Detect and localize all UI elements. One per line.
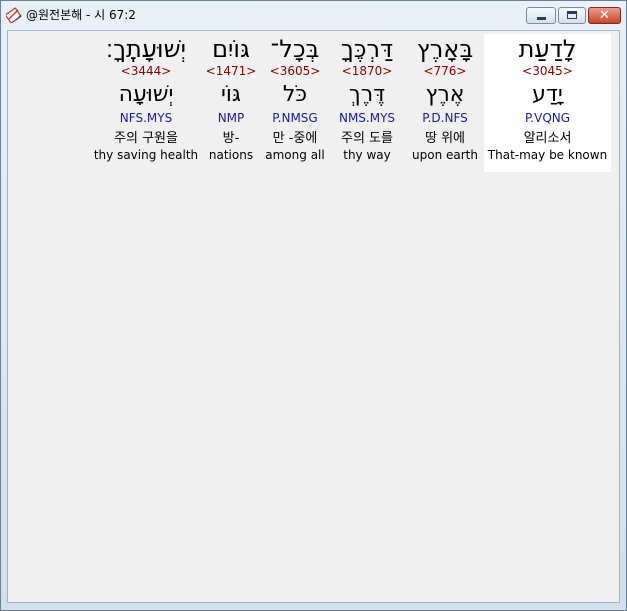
window-title: @원전본해 - 시 67:2 <box>26 8 136 22</box>
hebrew-word: דַּרְכֶּךָ <box>340 35 394 63</box>
parsing-code: P.VQNG <box>524 111 571 125</box>
parsing-code: P.NMSG <box>272 111 318 125</box>
maximize-button[interactable] <box>558 7 586 24</box>
hebrew-lemma: יְשׁוּעָה <box>118 82 174 107</box>
korean-gloss: 알리소서 <box>523 131 572 146</box>
hebrew-word: בְּכָל־ <box>270 35 320 63</box>
strong-number: <1870> <box>341 64 393 78</box>
hebrew-lemma: כֹּל <box>282 82 308 107</box>
hebrew-word: יְשׁוּעָתֶֽךָ׃ <box>106 35 186 63</box>
hebrew-word: לָדַעַת <box>518 35 577 63</box>
word-column[interactable]: דַּרְכֶּךָ <1870> דֶּרֶךְ NMS.MYS 주의 도를 … <box>332 34 402 163</box>
parsing-code: NFS.MYS <box>119 111 173 125</box>
word-column-selected[interactable]: לָדַעַת <3045> יָדַע P.VQNG 알리소서 That-ma… <box>484 34 611 172</box>
word-column[interactable]: בָּאָרֶץ <776> אֶרֶץ P.D.NFS 땅 위에 upon e… <box>406 34 484 163</box>
hebrew-lemma: גּוֹי <box>221 82 241 107</box>
korean-gloss: 땅 위에 <box>424 131 465 146</box>
hebrew-lemma: אֶרֶץ <box>425 82 465 107</box>
minimize-icon <box>537 17 546 20</box>
app-logo-icon <box>6 7 22 23</box>
english-gloss: thy way <box>343 148 391 162</box>
korean-gloss: 만 -중에 <box>272 131 318 146</box>
english-gloss: among all <box>265 148 325 162</box>
app-window: @원전본해 - 시 67:2 ✕ יְשׁוּעָתֶֽךָ׃ <3444> י… <box>0 0 627 611</box>
close-icon: ✕ <box>599 8 610 23</box>
english-gloss: thy saving health <box>93 148 199 162</box>
strong-number: <3605> <box>269 64 321 78</box>
word-column[interactable]: יְשׁוּעָתֶֽךָ׃ <3444> יְשׁוּעָה NFS.MYS … <box>92 34 200 163</box>
korean-gloss: 주의 구원을 <box>114 131 178 146</box>
hebrew-lemma: יָדַע <box>532 82 563 107</box>
maximize-icon <box>567 11 577 19</box>
minimize-button[interactable] <box>526 7 556 24</box>
interlinear-panel: יְשׁוּעָתֶֽךָ׃ <3444> יְשׁוּעָה NFS.MYS … <box>7 30 620 603</box>
word-column[interactable]: בְּכָל־ <3605> כֹּל P.NMSG 만 -중에 among a… <box>262 34 328 163</box>
word-column[interactable]: גּוֹיִם <1471> גּוֹי NMP 방- nations <box>204 34 258 163</box>
hebrew-word: בָּאָרֶץ <box>416 35 474 63</box>
strong-number: <1471> <box>205 64 257 78</box>
hebrew-lemma: דֶּרֶךְ <box>348 82 386 107</box>
parsing-code: NMS.MYS <box>338 111 396 125</box>
title-bar[interactable]: @원전본해 - 시 67:2 ✕ <box>1 1 626 30</box>
english-gloss: upon earth <box>412 148 478 162</box>
parsing-code: NMP <box>217 111 245 125</box>
english-gloss: nations <box>208 148 254 162</box>
hebrew-word: גּוֹיִם <box>212 35 250 63</box>
close-button[interactable]: ✕ <box>588 7 621 24</box>
korean-gloss: 주의 도를 <box>341 131 393 146</box>
strong-number: <3045> <box>522 64 573 78</box>
parsing-code: P.D.NFS <box>422 111 468 125</box>
english-gloss: That-may be known <box>487 148 608 162</box>
strong-number: <776> <box>423 64 467 78</box>
strong-number: <3444> <box>120 64 172 78</box>
korean-gloss: 방- <box>222 131 240 146</box>
